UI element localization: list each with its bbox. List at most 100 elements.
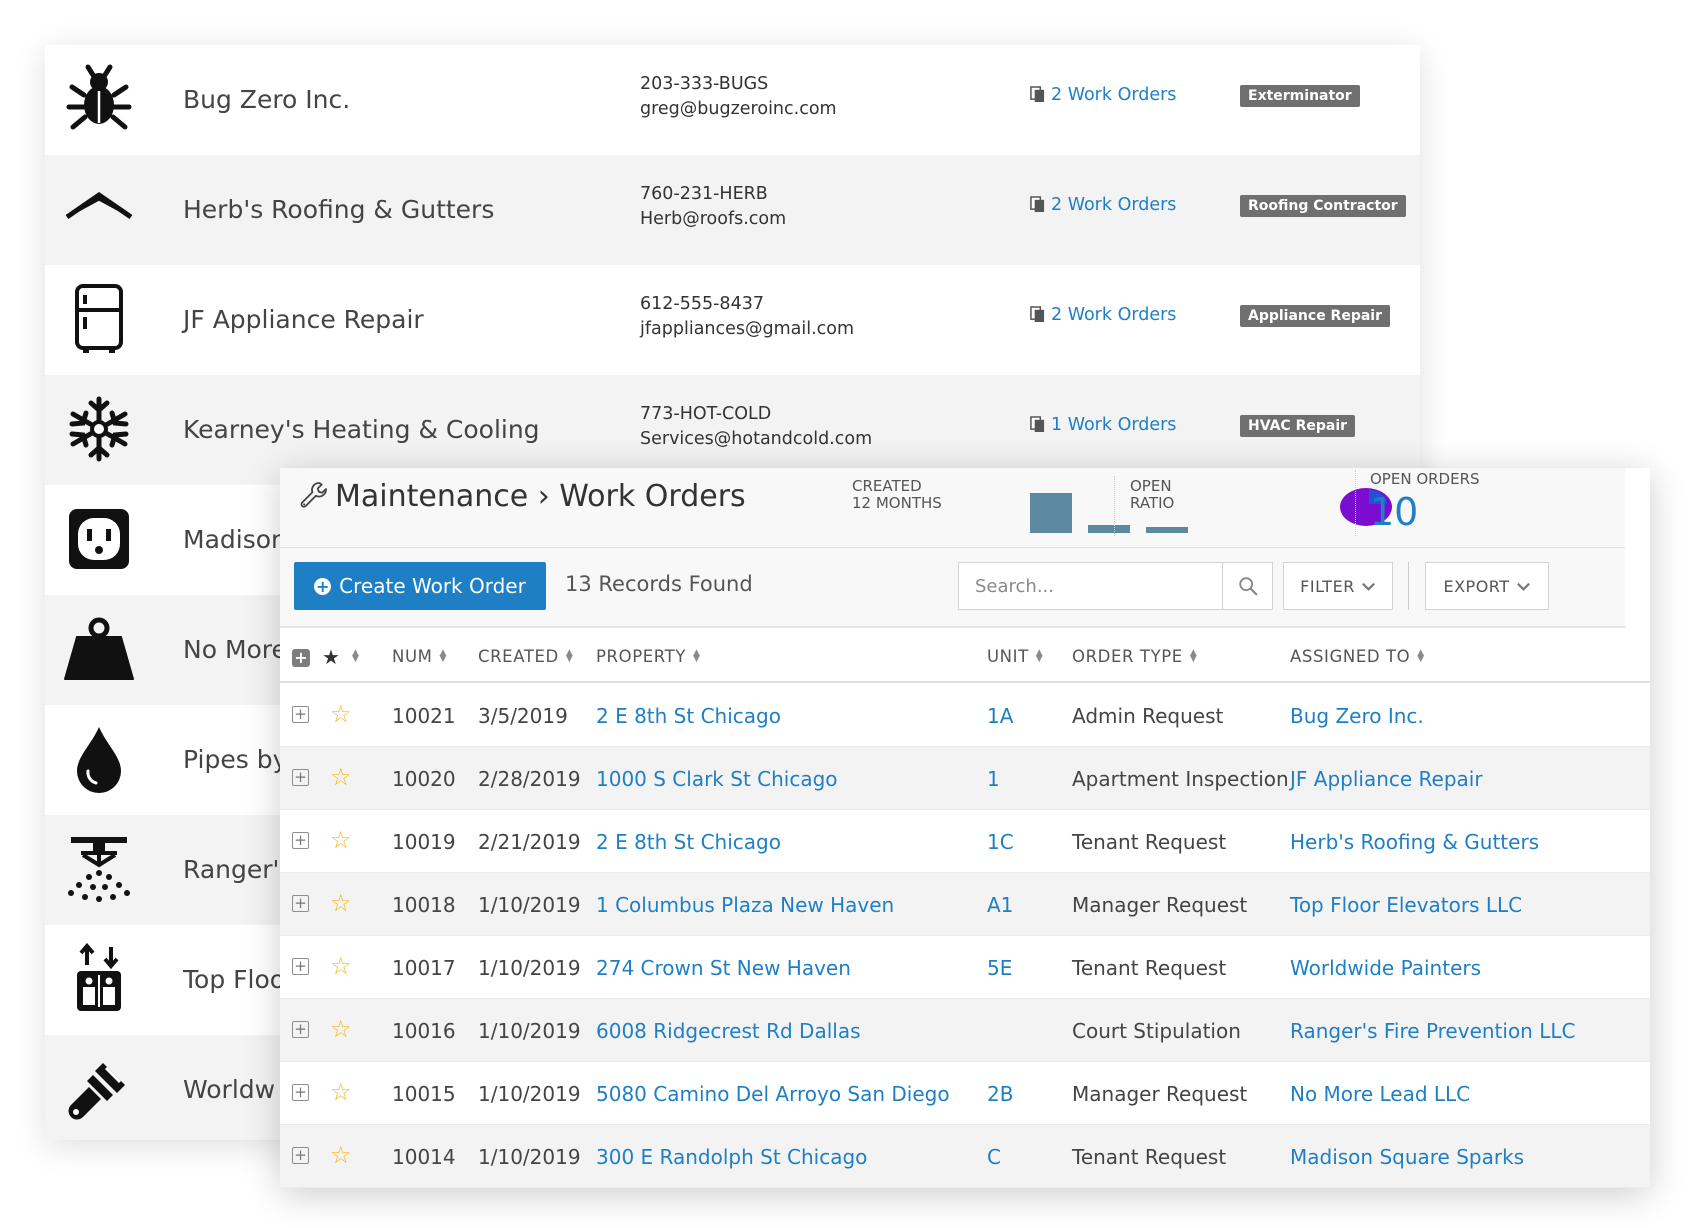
star-icon[interactable]: ☆ [330, 1015, 352, 1043]
unit-link[interactable]: A1 [987, 893, 1013, 917]
star-icon[interactable]: ☆ [330, 1141, 352, 1169]
vendor-phone: 760-231-HERB [640, 184, 768, 204]
expand-row-icon[interactable]: + [292, 832, 309, 849]
property-link[interactable]: 2 E 8th St Chicago [596, 704, 781, 728]
star-icon[interactable]: ☆ [330, 700, 352, 728]
open-orders-count: 10 [1370, 490, 1419, 534]
vendor-row[interactable]: Herb's Roofing & Gutters 760-231-HERB Herb… [45, 155, 1420, 265]
created-date: 1/10/2019 [478, 1082, 581, 1106]
column-header[interactable]: PROPERTY ▲ ▼ [596, 647, 701, 666]
search-button[interactable] [1223, 562, 1273, 610]
table-row[interactable]: + ☆ 10016 1/10/2019 6008 Ridgecrest Rd Dalla… [280, 999, 1650, 1062]
property-link[interactable]: 1 Columbus Plaza New Haven [596, 893, 894, 917]
vendor-name[interactable]: Kearney's Heating & Cooling [183, 415, 540, 444]
expand-row-icon[interactable]: + [292, 895, 309, 912]
vendor-name[interactable]: Worldw [183, 1075, 275, 1104]
vendor-name[interactable]: No More [183, 635, 287, 664]
search-input[interactable] [958, 562, 1223, 610]
vendor-email: Services@hotandcold.com [640, 429, 873, 449]
vendor-work-orders-link[interactable]: 2 Work Orders [1030, 195, 1176, 215]
page-title: Maintenance › Work Orders [335, 479, 746, 514]
assigned-to-link[interactable]: Ranger's Fire Prevention LLC [1290, 1019, 1575, 1043]
expand-row-icon[interactable]: + [292, 958, 309, 975]
star-icon[interactable]: ☆ [330, 952, 352, 980]
unit-link[interactable]: 1A [987, 704, 1013, 728]
table-row[interactable]: + ☆ 10017 1/10/2019 274 Crown St New Haven 5E… [280, 936, 1650, 999]
column-header[interactable]: ORDER TYPE ▲ ▼ [1072, 647, 1197, 666]
export-button[interactable]: EXPORT [1425, 562, 1549, 610]
unit-link[interactable]: 2B [987, 1082, 1013, 1106]
filter-button[interactable]: FILTER [1283, 562, 1393, 610]
order-number: 10017 [392, 956, 456, 980]
column-header[interactable]: UNIT ▲ ▼ [987, 647, 1043, 666]
vendor-name[interactable]: Pipes by [183, 745, 287, 774]
column-header[interactable]: NUM ▲ ▼ [392, 647, 447, 666]
assigned-to-link[interactable]: Top Floor Elevators LLC [1290, 893, 1522, 917]
order-number: 10020 [392, 767, 456, 791]
table-row[interactable]: + ☆ 10018 1/10/2019 1 Columbus Plaza New Hav… [280, 873, 1650, 936]
order-type: Tenant Request [1072, 1145, 1227, 1169]
created-date: 1/10/2019 [478, 1019, 581, 1043]
assigned-to-link[interactable]: Madison Square Sparks [1290, 1145, 1524, 1169]
paintbrush-icon [63, 1053, 135, 1125]
expand-row-icon[interactable]: + [292, 1021, 309, 1038]
expand-row-icon[interactable]: + [292, 1147, 309, 1164]
assigned-to-link[interactable]: Herb's Roofing & Gutters [1290, 830, 1539, 854]
star-icon[interactable]: ☆ [330, 889, 352, 917]
vendor-name[interactable]: Top Floo [183, 965, 285, 994]
unit-link[interactable]: 1 [987, 767, 1000, 791]
expand-row-icon[interactable]: + [292, 769, 309, 786]
unit-link[interactable]: 5E [987, 956, 1012, 980]
table-row[interactable]: + ☆ 10014 1/10/2019 300 E Randolph St Chicag… [280, 1125, 1650, 1188]
property-link[interactable]: 6008 Ridgecrest Rd Dallas [596, 1019, 861, 1043]
star-icon[interactable]: ☆ [330, 826, 352, 854]
assigned-to-link[interactable]: No More Lead LLC [1290, 1082, 1470, 1106]
property-link[interactable]: 300 E Randolph St Chicago [596, 1145, 867, 1169]
star-header-icon[interactable]: ★ [322, 645, 340, 669]
vendor-phone: 773-HOT-COLD [640, 404, 772, 424]
vendor-work-orders-link[interactable]: 2 Work Orders [1030, 305, 1176, 325]
unit-link[interactable]: C [987, 1145, 1001, 1169]
expand-all-icon[interactable]: + [292, 649, 310, 667]
property-link[interactable]: 5080 Camino Del Arroyo San Diego [596, 1082, 950, 1106]
wrench-icon [298, 480, 330, 512]
vendor-work-orders-link[interactable]: 1 Work Orders [1030, 415, 1176, 435]
order-type: Tenant Request [1072, 956, 1227, 980]
assigned-to-link[interactable]: Worldwide Painters [1290, 956, 1481, 980]
created-bar [1146, 527, 1188, 533]
vendor-work-orders-link[interactable]: 2 Work Orders [1030, 85, 1176, 105]
star-icon[interactable]: ☆ [330, 1078, 352, 1106]
order-number: 10015 [392, 1082, 456, 1106]
property-link[interactable]: 1000 S Clark St Chicago [596, 767, 838, 791]
vendor-row[interactable]: Bug Zero Inc. 203-333-BUGS greg@bugzeroinc… [45, 45, 1420, 155]
create-work-order-button[interactable]: + Create Work Order [294, 562, 546, 610]
vendor-name[interactable]: Madison [183, 525, 287, 554]
expand-row-icon[interactable]: + [292, 706, 309, 723]
vendor-row[interactable]: JF Appliance Repair 612-555-8437 jfapplian… [45, 265, 1420, 375]
roof-icon [63, 173, 135, 245]
table-row[interactable]: + ☆ 10020 2/28/2019 1000 S Clark St Chicago 1… [280, 747, 1650, 810]
table-row[interactable]: + ☆ 10019 2/21/2019 2 E 8th St Chicago 1C Tena… [280, 810, 1650, 873]
elevator-icon [63, 942, 135, 1015]
property-link[interactable]: 274 Crown St New Haven [596, 956, 851, 980]
assigned-to-link[interactable]: Bug Zero Inc. [1290, 704, 1424, 728]
column-header[interactable]: ASSIGNED TO ▲ ▼ [1290, 647, 1425, 666]
expand-row-icon[interactable]: + [292, 1084, 309, 1101]
toolbar-divider [1408, 562, 1409, 610]
order-type: Manager Request [1072, 1082, 1248, 1106]
weight-icon [63, 613, 135, 685]
star-icon[interactable]: ☆ [330, 763, 352, 791]
filter-label: FILTER [1300, 576, 1355, 596]
assigned-to-link[interactable]: JF Appliance Repair [1290, 767, 1483, 791]
property-link[interactable]: 2 E 8th St Chicago [596, 830, 781, 854]
unit-link[interactable]: 1C [987, 830, 1014, 854]
vendor-name[interactable]: Ranger's [183, 855, 292, 884]
water-drop-icon [63, 723, 135, 795]
table-row[interactable]: + ☆ 10015 1/10/2019 5080 Camino Del Arroyo S… [280, 1062, 1650, 1125]
table-row[interactable]: + ☆ 10021 3/5/2019 2 E 8th St Chicago 1A Admin… [280, 684, 1650, 747]
vendor-name[interactable]: JF Appliance Repair [183, 305, 424, 334]
vendor-name[interactable]: Herb's Roofing & Gutters [183, 195, 494, 224]
star-sort-icon[interactable]: ▲ ▼ [345, 647, 360, 666]
column-header[interactable]: CREATED ▲ ▼ [478, 647, 573, 666]
vendor-name[interactable]: Bug Zero Inc. [183, 85, 350, 114]
